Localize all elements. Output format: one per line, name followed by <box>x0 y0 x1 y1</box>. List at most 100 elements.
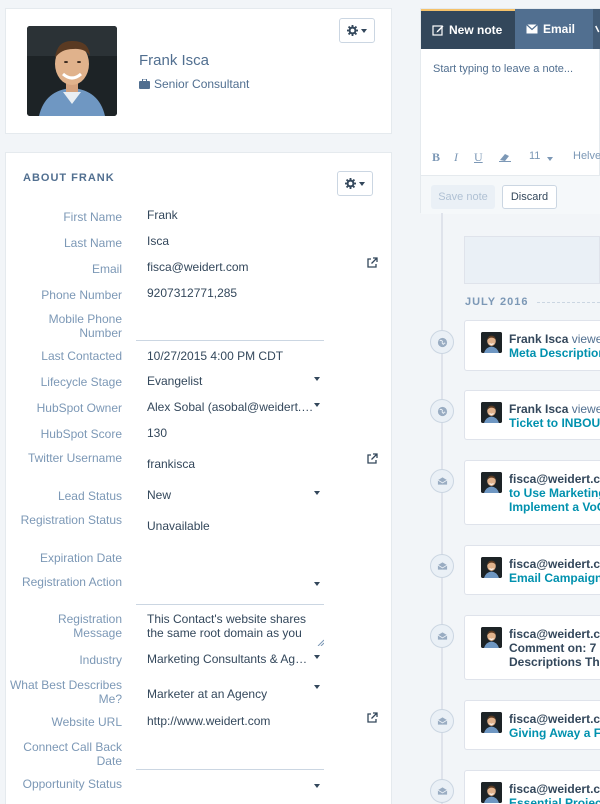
tab-new-note[interactable]: New note <box>421 9 515 49</box>
property-value[interactable]: Marketing Consultants & Age... <box>147 652 311 666</box>
timeline-event-card[interactable]: Frank Isca viewe Ticket to INBOU <box>464 390 600 440</box>
property-label: HubSpot Score <box>40 427 122 441</box>
property-input-underline[interactable] <box>136 604 324 605</box>
tab-email[interactable]: Email <box>515 9 593 49</box>
property-value[interactable]: 9207312771,285 <box>147 286 323 300</box>
timeline-event-link[interactable]: Giving Away a Fr <box>509 726 600 740</box>
dropdown-caret-icon[interactable] <box>314 403 320 407</box>
timeline-avatar <box>481 782 502 803</box>
property-value: Unavailable <box>147 519 210 533</box>
timeline-event-type-mail-icon <box>430 709 454 733</box>
timeline-event-link[interactable]: Descriptions Tha <box>509 655 600 669</box>
timeline-event-link[interactable]: Implement a VoC <box>509 500 600 514</box>
timeline-avatar <box>481 627 502 648</box>
property-input-underline[interactable] <box>136 769 324 770</box>
tab-more[interactable] <box>593 9 600 49</box>
property-label: Website URL <box>51 715 122 729</box>
property-label: Opportunity Status <box>22 777 122 791</box>
timeline-avatar <box>481 332 502 353</box>
timeline-event-type-mail-icon <box>430 469 454 493</box>
dropdown-caret-icon[interactable] <box>314 784 320 788</box>
timeline-actor[interactable]: fisca@weidert.co <box>509 557 600 571</box>
timeline-actor[interactable]: Frank Isca <box>509 402 568 416</box>
timeline-event-title: fisca@weidert.co <box>509 782 600 796</box>
timeline-verb: viewe <box>568 402 600 416</box>
property-value[interactable]: Isca <box>147 234 323 248</box>
save-note-button[interactable]: Save note <box>431 185 495 209</box>
timeline-event-title: fisca@weidert.co <box>509 557 600 571</box>
property-textarea[interactable]: This Contact's website shares the same r… <box>147 612 323 642</box>
timeline-event-link[interactable]: Essential Project <box>509 796 600 804</box>
external-link-icon[interactable] <box>366 257 378 269</box>
property-label: Registration Status <box>20 513 122 527</box>
dropdown-caret-icon[interactable] <box>314 582 320 586</box>
timeline-actor[interactable]: fisca@weidert.co <box>509 472 600 486</box>
timeline-event-title: fisca@weidert.co <box>509 627 600 641</box>
resize-handle-icon[interactable] <box>317 639 324 646</box>
property-value[interactable]: fisca@weidert.com <box>147 260 323 274</box>
timeline-event-link[interactable]: Comment on: 7 S <box>509 641 600 655</box>
underline-button[interactable]: U <box>474 150 483 165</box>
timeline-event-link[interactable]: to Use Marketing <box>509 486 600 500</box>
contact-name: Frank Isca <box>139 52 210 69</box>
timeline-event-card[interactable]: fisca@weidert.co Giving Away a Fr <box>464 700 600 750</box>
chevron-down-icon <box>359 181 365 186</box>
font-size-select[interactable]: 11 <box>529 150 540 162</box>
property-label: Mobile Phone Number <box>48 312 122 340</box>
dropdown-caret-icon[interactable] <box>314 655 320 659</box>
timeline-event-card[interactable]: fisca@weidert.co Email Campaign <box>464 545 600 595</box>
property-label: Last Name <box>63 236 122 250</box>
dropdown-caret-icon[interactable] <box>314 491 320 495</box>
timeline-avatar <box>481 712 502 733</box>
chevron-down-icon[interactable] <box>547 157 553 161</box>
property-value[interactable]: Frank <box>147 208 323 222</box>
property-label: Lifecycle Stage <box>40 375 122 389</box>
property-label: Lead Status <box>57 489 122 503</box>
timeline-month-label: JULY 2016 <box>465 296 529 308</box>
timeline-event-card[interactable]: fisca@weidert.co Comment on: 7 S Descripti… <box>464 615 600 680</box>
property-label: Expiration Date <box>39 551 122 565</box>
property-value[interactable]: Alex Sobal (asobal@weidert.c... <box>147 400 315 414</box>
property-label: Connect Call Back Date <box>23 740 122 768</box>
timeline-filter-bar[interactable] <box>464 236 600 284</box>
external-link-icon[interactable] <box>366 453 378 465</box>
timeline-event-card[interactable]: fisca@weidert.co Essential Project <box>464 770 600 804</box>
note-textarea[interactable]: Start typing to leave a note... <box>433 63 573 75</box>
property-value[interactable]: frankisca <box>147 457 323 471</box>
about-heading: ABOUT FRANK <box>23 172 115 184</box>
timeline-event-type-mail-icon <box>430 554 454 578</box>
property-value[interactable]: Marketer at an Agency <box>147 687 323 701</box>
timeline-actor[interactable]: fisca@weidert.co <box>509 712 600 726</box>
timeline-actor[interactable]: Frank Isca <box>509 332 568 346</box>
property-label: Last Contacted <box>41 349 122 363</box>
bold-button[interactable]: B <box>432 150 440 165</box>
dropdown-caret-icon[interactable] <box>314 377 320 381</box>
timeline-event-link[interactable]: Ticket to INBOU <box>509 416 600 430</box>
property-value[interactable]: Evangelist <box>147 374 323 388</box>
font-family-select[interactable]: Helve <box>573 150 600 162</box>
eraser-icon[interactable] <box>499 152 511 162</box>
tab-label: New note <box>449 23 503 37</box>
timeline-event-card[interactable]: Frank Isca viewe Meta Description <box>464 320 600 371</box>
property-input-underline[interactable] <box>136 340 324 341</box>
timeline-event-card[interactable]: fisca@weidert.co to Use Marketing Implemen… <box>464 460 600 525</box>
profile-settings-button[interactable] <box>339 18 375 43</box>
italic-button[interactable]: I <box>454 150 458 165</box>
timeline-event-type-globe-icon <box>430 330 454 354</box>
property-value[interactable]: http://www.weidert.com <box>147 714 323 728</box>
timeline-event-type-globe-icon <box>430 399 454 423</box>
timeline-actor[interactable]: fisca@weidert.co <box>509 782 600 796</box>
about-settings-button[interactable] <box>337 171 373 196</box>
property-label: What Best Describes Me? <box>9 678 122 706</box>
timeline-actor[interactable]: fisca@weidert.co <box>509 627 600 641</box>
external-link-icon[interactable] <box>366 712 378 724</box>
property-value[interactable]: New <box>147 488 323 502</box>
timeline-event-title: fisca@weidert.co <box>509 712 600 726</box>
timeline-verb: viewe <box>568 332 600 346</box>
discard-button[interactable]: Discard <box>502 185 557 209</box>
property-value[interactable]: 10/27/2015 4:00 PM CDT <box>147 349 323 363</box>
about-contact-card: ABOUT FRANK First Name Frank Last Name I… <box>5 152 392 804</box>
dropdown-caret-icon[interactable] <box>314 685 320 689</box>
timeline-event-link[interactable]: Meta Description <box>509 346 600 360</box>
timeline-event-link[interactable]: Email Campaign <box>509 571 600 585</box>
